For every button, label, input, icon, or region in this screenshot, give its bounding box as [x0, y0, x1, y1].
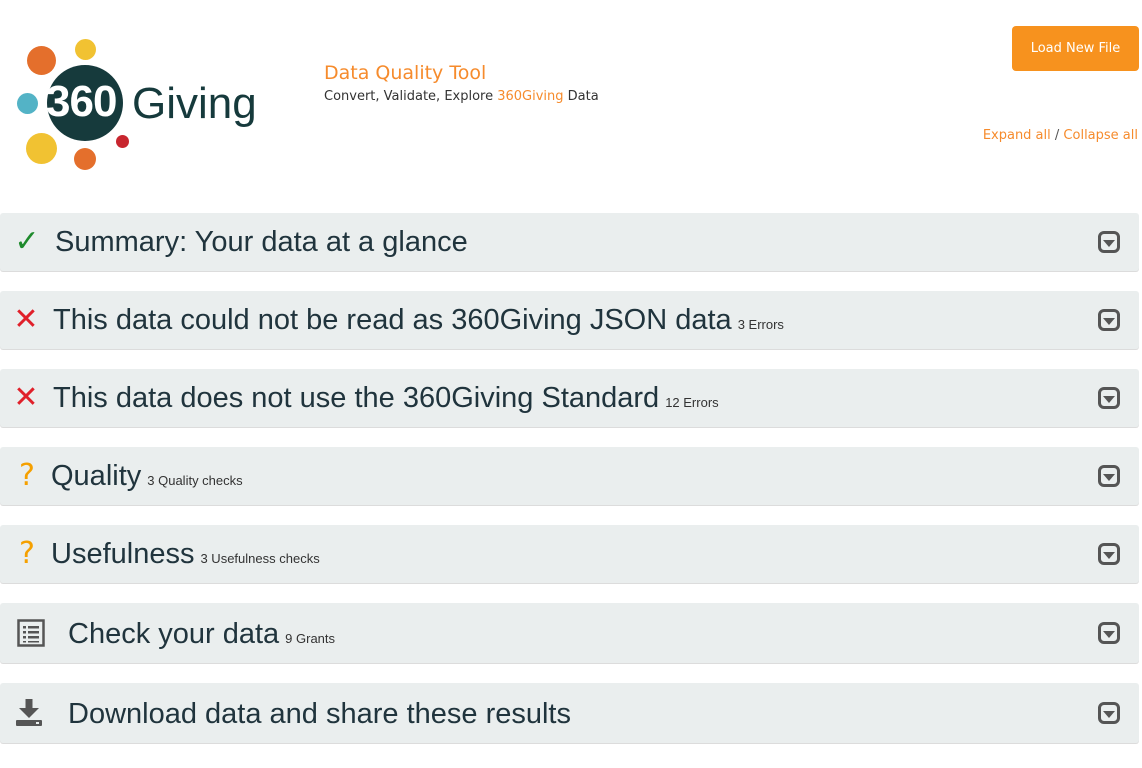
list-icon — [16, 603, 46, 663]
panel-check-data[interactable]: Check your data 9 Grants — [0, 603, 1139, 663]
question-icon: ? — [19, 458, 35, 493]
panel-download[interactable]: Download data and share these results — [0, 683, 1139, 743]
360giving-logo[interactable]: 360 Giving — [0, 0, 300, 190]
chevron-down-icon[interactable] — [1098, 702, 1120, 724]
subtitle-prefix: Convert, Validate, Explore — [324, 89, 498, 104]
panel-usefulness[interactable]: ? Usefulness 3 Usefulness checks — [0, 525, 1139, 583]
panel-heading: Summary: Your data at a glance — [55, 226, 468, 258]
logo-dot-orange-bottom — [74, 148, 96, 170]
error-count: 12 Errors — [665, 395, 719, 410]
panel-title: Check your data 9 Grants — [68, 603, 335, 670]
chevron-down-icon[interactable] — [1098, 231, 1120, 253]
logo-dot-yellow-top — [75, 39, 96, 60]
expand-collapse-links: Expand all / Collapse all — [983, 128, 1138, 143]
load-new-file-button[interactable]: Load New File — [1012, 26, 1139, 71]
panel-summary[interactable]: ✓ Summary: Your data at a glance — [0, 213, 1139, 271]
page-header: 360 Giving Data Quality Tool Convert, Va… — [0, 0, 1142, 200]
link-separator: / — [1050, 128, 1064, 143]
tool-title: Data Quality Tool — [324, 62, 487, 84]
chevron-down-icon[interactable] — [1098, 543, 1120, 565]
check-count: 3 Quality checks — [147, 473, 243, 488]
tool-heading: Data Quality Tool Convert, Validate, Exp… — [324, 61, 599, 106]
panel-title: Quality 3 Quality checks — [51, 447, 243, 510]
check-icon: ✓ — [14, 224, 40, 259]
tool-subtitle: Convert, Validate, Explore 360Giving Dat… — [324, 88, 599, 106]
check-count: 3 Usefulness checks — [200, 551, 320, 566]
collapse-all-link[interactable]: Collapse all — [1063, 128, 1138, 143]
logo-dot-orange-large — [27, 46, 56, 75]
chevron-down-icon[interactable] — [1098, 387, 1120, 409]
chevron-down-icon[interactable] — [1098, 309, 1120, 331]
logo-dot-red — [116, 135, 129, 148]
panel-heading: Check your data — [68, 618, 280, 650]
panel-heading: This data could not be read as 360Giving… — [53, 304, 732, 336]
panel-title: Usefulness 3 Usefulness checks — [51, 525, 320, 588]
chevron-down-icon[interactable] — [1098, 622, 1120, 644]
download-icon — [14, 683, 44, 741]
logo-dot-yellow-bottom — [26, 133, 57, 164]
logo-dot-teal — [17, 93, 38, 114]
panel-heading: Quality — [51, 460, 142, 492]
logo-number: 360 — [46, 77, 117, 126]
panel-title: This data could not be read as 360Giving… — [53, 291, 784, 354]
subtitle-brand: 360Giving — [497, 89, 564, 104]
error-count: 3 Errors — [737, 317, 784, 332]
panel-heading: This data does not use the 360Giving Sta… — [53, 382, 660, 414]
question-icon: ? — [19, 536, 35, 571]
logo-word: Giving — [132, 79, 257, 128]
cross-icon: ✕ — [13, 302, 39, 337]
panel-title: Download data and share these results — [68, 683, 571, 750]
subtitle-suffix: Data — [563, 89, 599, 104]
panel-json-errors[interactable]: ✕ This data could not be read as 360Givi… — [0, 291, 1139, 349]
expand-all-link[interactable]: Expand all — [983, 128, 1051, 143]
panel-standard-errors[interactable]: ✕ This data does not use the 360Giving S… — [0, 369, 1139, 427]
cross-icon: ✕ — [13, 380, 39, 415]
panel-title: This data does not use the 360Giving Sta… — [53, 369, 719, 432]
panel-title: Summary: Your data at a glance — [55, 213, 468, 276]
panel-heading: Download data and share these results — [68, 698, 571, 730]
panel-quality[interactable]: ? Quality 3 Quality checks — [0, 447, 1139, 505]
chevron-down-icon[interactable] — [1098, 465, 1120, 487]
panel-heading: Usefulness — [51, 538, 195, 570]
grant-count: 9 Grants — [285, 631, 336, 646]
